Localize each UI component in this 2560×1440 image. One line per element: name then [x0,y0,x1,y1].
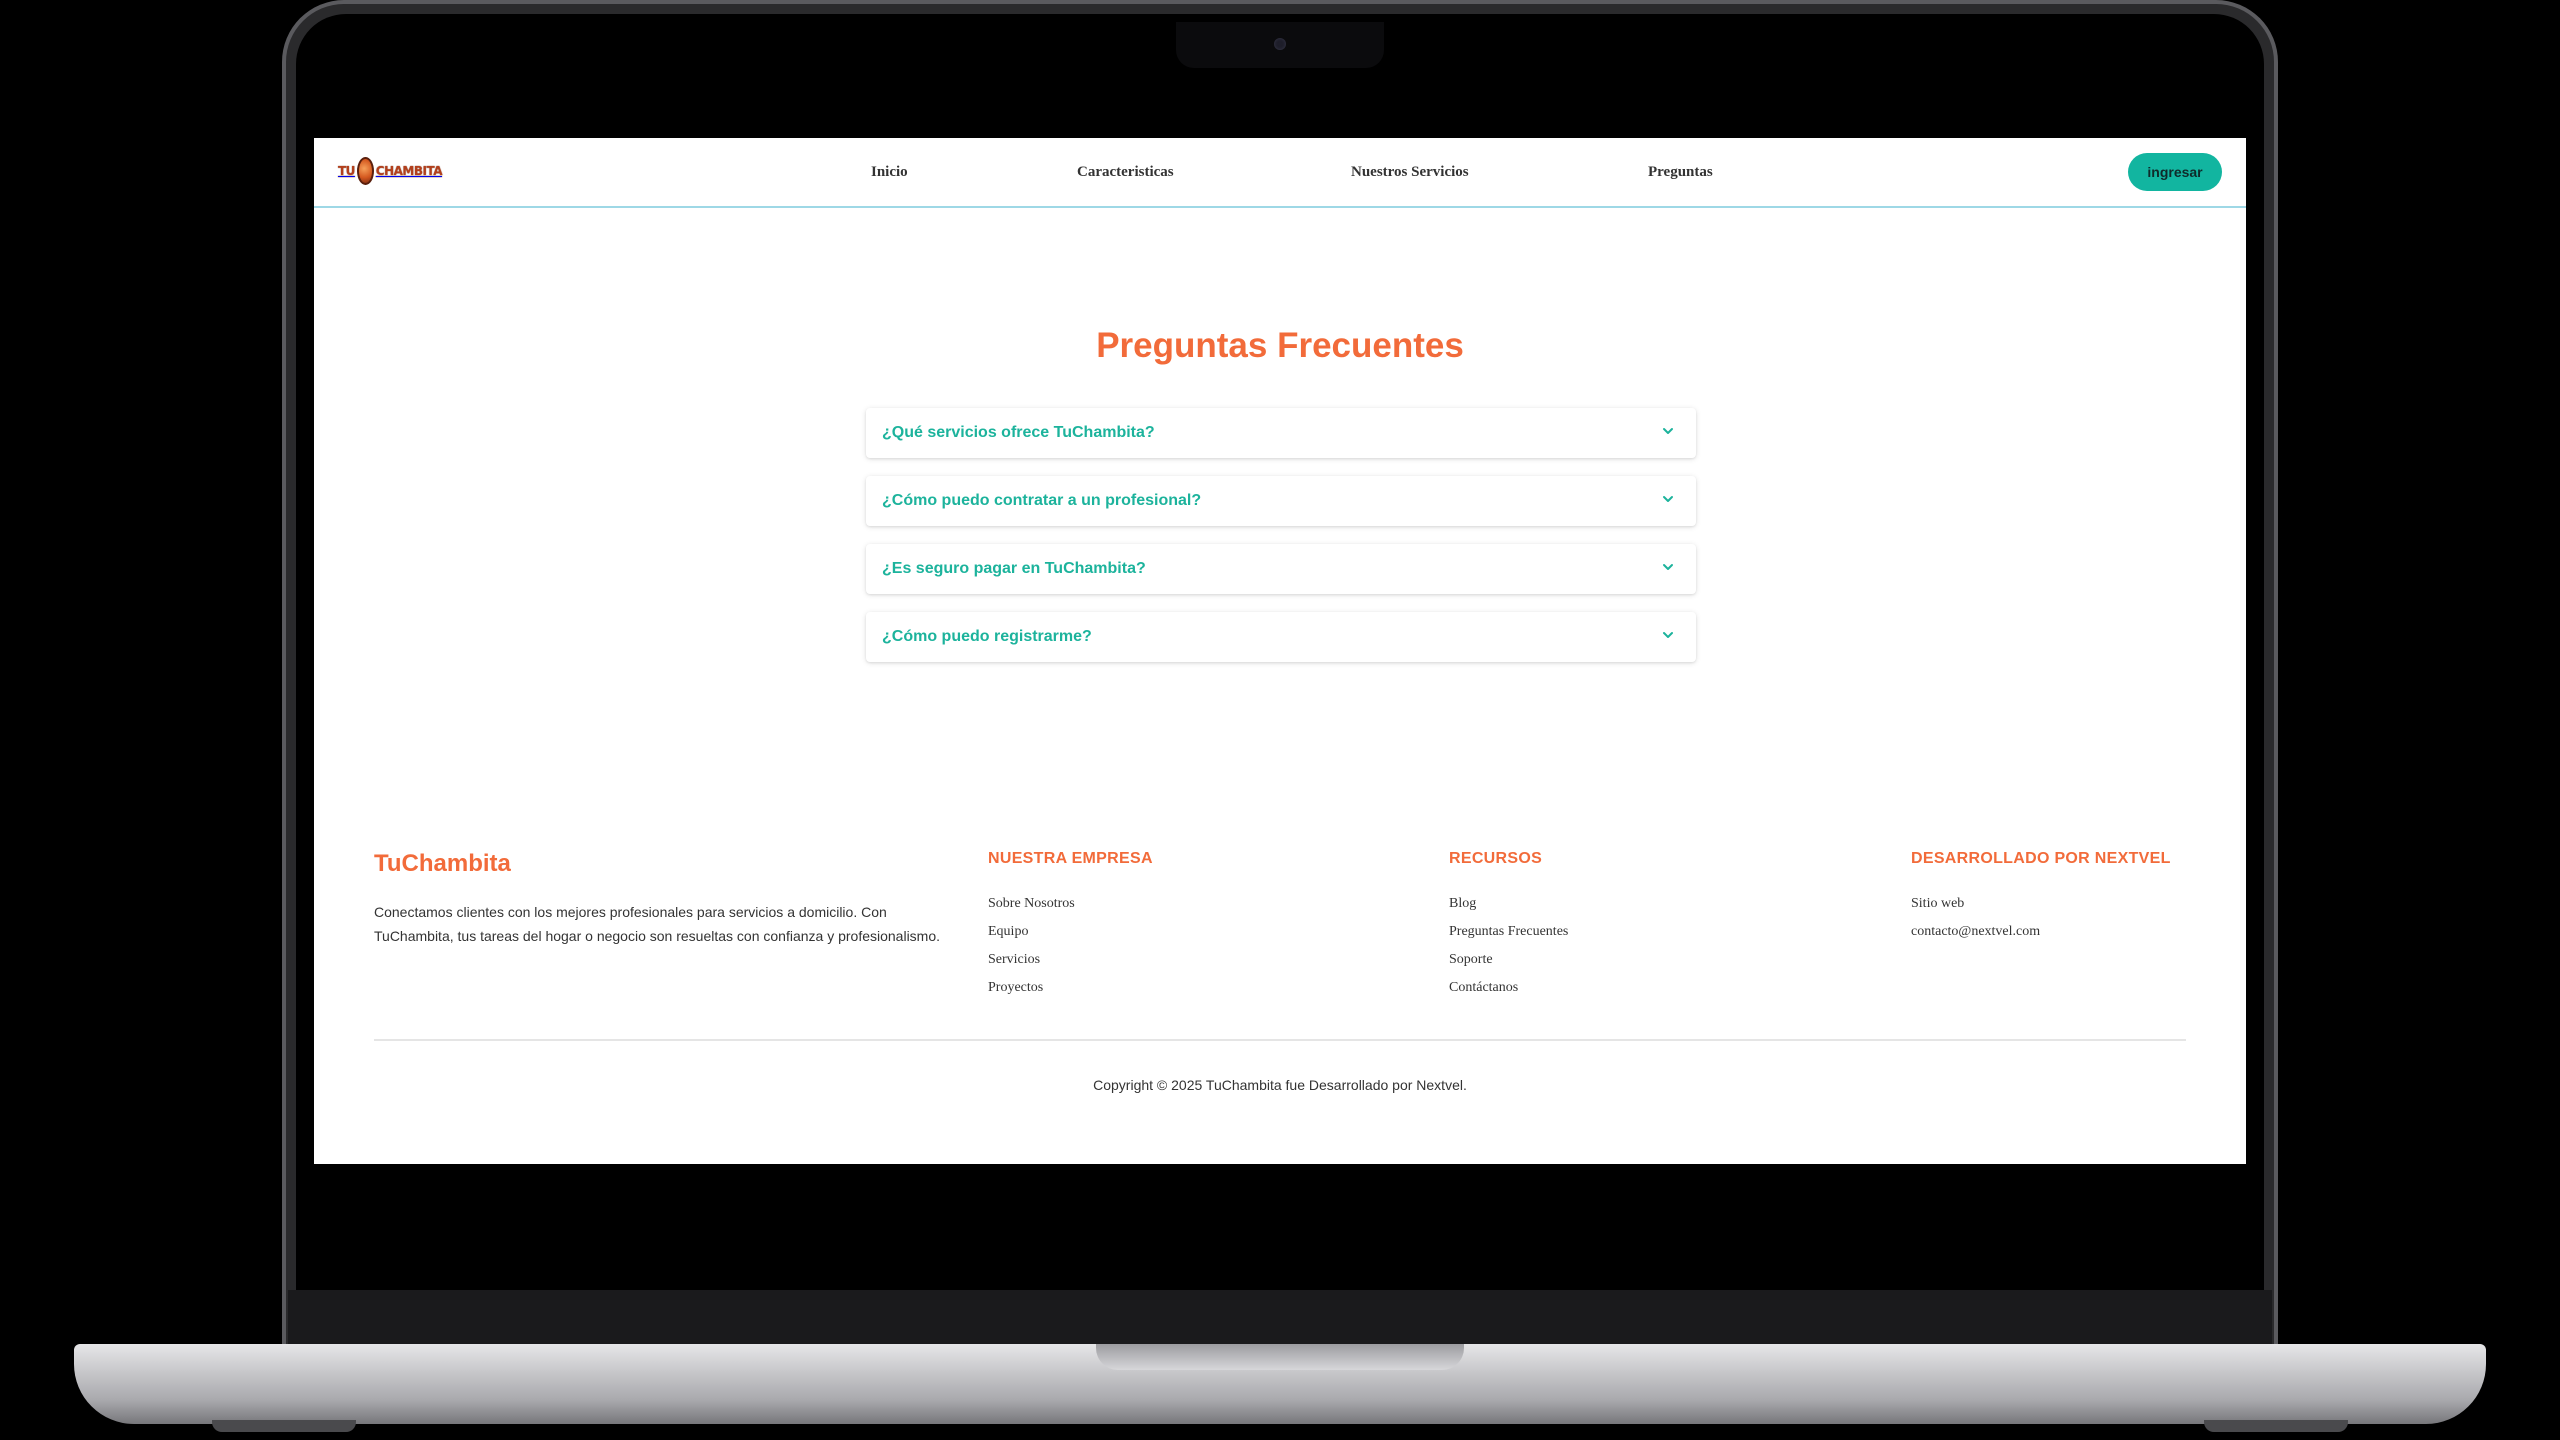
laptop-base-groove [1096,1344,1464,1370]
faq-item[interactable]: ¿Qué servicios ofrece TuChambita? [866,408,1696,458]
logo-text-right: CHAMBITA [375,164,443,178]
laptop-foot-right [2204,1420,2348,1432]
nav-link-inicio[interactable]: Inicio [871,164,908,181]
copyright-text: Copyright © 2025 TuChambita fue Desarrol… [1093,1077,1467,1093]
chevron-down-icon [1663,632,1673,638]
browser-viewport: TU CHAMBITA Inicio Caracteristicas Nuest… [314,138,2246,1164]
footer-column-title-empresa: NUESTRA EMPRESA [988,850,1153,867]
footer-link-contactanos[interactable]: Contáctanos [1449,980,1518,995]
footer-links-empresa: Sobre Nosotros Equipo Servicios Proyecto… [988,890,1075,1002]
nav-link-servicios[interactable]: Nuestros Servicios [1351,164,1469,181]
logo[interactable]: TU CHAMBITA [338,156,443,186]
laptop-hinge [288,1290,2272,1346]
faq-question: ¿Cómo puedo registrarme? [882,628,1092,645]
footer-links-recursos: Blog Preguntas Frecuentes Soporte Contác… [1449,890,1568,1002]
faq-question: ¿Cómo puedo contratar a un profesional? [882,492,1202,509]
footer-link-preguntas-frecuentes[interactable]: Preguntas Frecuentes [1449,924,1568,939]
faq-item[interactable]: ¿Es seguro pagar en TuChambita? [866,544,1696,594]
nav-link-preguntas[interactable]: Preguntas [1648,164,1713,181]
footer-link-sitio-web[interactable]: Sitio web [1911,896,1964,911]
logo-icon [356,157,374,185]
chevron-down-icon [1663,428,1673,434]
faq-question: ¿Qué servicios ofrece TuChambita? [882,424,1155,441]
footer-link-equipo[interactable]: Equipo [988,924,1028,939]
camera-icon [1274,38,1286,50]
footer-links-desarrollado: Sitio web contacto@nextvel.com [1911,890,2040,946]
chevron-down-icon [1663,496,1673,502]
nav-link-caracteristicas[interactable]: Caracteristicas [1077,164,1174,181]
laptop-foot-left [212,1420,356,1432]
chevron-down-icon [1663,564,1673,570]
footer-link-servicios[interactable]: Servicios [988,952,1040,967]
footer-column-title-desarrollado: DESARROLLADO POR NEXTVEL [1911,850,2171,867]
faq-title: Preguntas Frecuentes [1096,326,1464,365]
footer-link-sobre-nosotros[interactable]: Sobre Nosotros [988,896,1075,911]
navbar: TU CHAMBITA Inicio Caracteristicas Nuest… [314,138,2246,208]
footer-column-title-recursos: RECURSOS [1449,850,1543,867]
footer-link-email[interactable]: contacto@nextvel.com [1911,924,2040,939]
logo-text-left: TU [338,164,355,178]
footer-link-soporte[interactable]: Soporte [1449,952,1493,967]
footer-description: Conectamos clientes con los mejores prof… [374,904,941,944]
faq-item[interactable]: ¿Cómo puedo registrarme? [866,612,1696,662]
footer-link-proyectos[interactable]: Proyectos [988,980,1043,995]
footer-link-blog[interactable]: Blog [1449,896,1476,911]
footer-divider [374,1039,2186,1041]
login-button[interactable]: ingresar [2128,153,2222,191]
faq-item[interactable]: ¿Cómo puedo contratar a un profesional? [866,476,1696,526]
footer-brand: TuChambita [374,850,511,877]
faq-question: ¿Es seguro pagar en TuChambita? [882,560,1146,577]
